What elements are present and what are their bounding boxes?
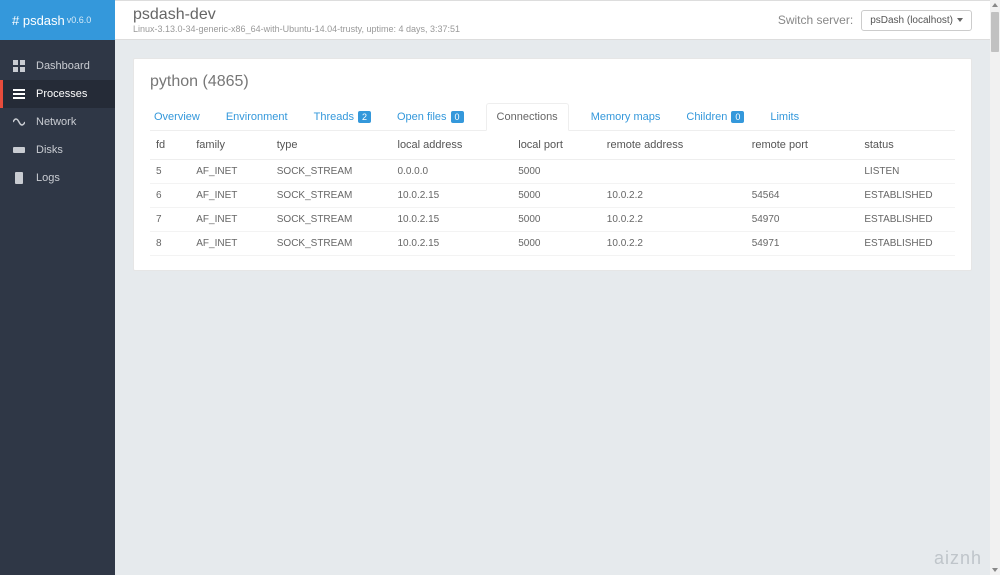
brand[interactable]: # psdash v0.6.0 bbox=[0, 0, 115, 40]
sidebar-item-label: Processes bbox=[36, 88, 87, 100]
cell-rport: 54971 bbox=[746, 232, 859, 256]
tab-open-files[interactable]: Open files0 bbox=[393, 104, 468, 130]
watermark: aiznh bbox=[934, 548, 982, 569]
sidebar-item-label: Network bbox=[36, 116, 76, 128]
col-family: family bbox=[190, 131, 271, 160]
topbar: psdash-dev Linux-3.13.0-34-generic-x86_6… bbox=[115, 0, 990, 40]
content: python (4865) Overview Environment Threa… bbox=[115, 40, 990, 575]
tab-memory-maps[interactable]: Memory maps bbox=[587, 104, 665, 130]
title-wrap: psdash-dev Linux-3.13.0-34-generic-x86_6… bbox=[133, 6, 460, 34]
badge: 0 bbox=[451, 111, 464, 123]
switch-server-value: psDash (localhost) bbox=[870, 15, 953, 26]
cell-status: ESTABLISHED bbox=[858, 184, 955, 208]
tab-threads[interactable]: Threads2 bbox=[310, 104, 375, 130]
cell-lport: 5000 bbox=[512, 184, 601, 208]
cell-type: SOCK_STREAM bbox=[271, 208, 392, 232]
sidebar-item-label: Disks bbox=[36, 144, 63, 156]
table-row: 8AF_INETSOCK_STREAM10.0.2.15500010.0.2.2… bbox=[150, 232, 955, 256]
tab-connections[interactable]: Connections bbox=[486, 103, 569, 131]
cell-laddr: 10.0.2.15 bbox=[392, 184, 513, 208]
col-raddr: remote address bbox=[601, 131, 746, 160]
brand-version: v0.6.0 bbox=[67, 15, 92, 25]
cell-fd: 6 bbox=[150, 184, 190, 208]
table-row: 5AF_INETSOCK_STREAM0.0.0.05000 LISTEN bbox=[150, 160, 955, 184]
cell-lport: 5000 bbox=[512, 160, 601, 184]
sidebar-item-processes[interactable]: Processes bbox=[0, 80, 115, 108]
network-icon bbox=[12, 115, 26, 129]
nav: Dashboard Processes Network Disks Logs bbox=[0, 52, 115, 192]
cell-type: SOCK_STREAM bbox=[271, 232, 392, 256]
sidebar-item-disks[interactable]: Disks bbox=[0, 136, 115, 164]
cell-lport: 5000 bbox=[512, 208, 601, 232]
tab-environment[interactable]: Environment bbox=[222, 104, 292, 130]
cell-family: AF_INET bbox=[190, 160, 271, 184]
cell-family: AF_INET bbox=[190, 184, 271, 208]
col-laddr: local address bbox=[392, 131, 513, 160]
connections-table: fd family type local address local port … bbox=[150, 131, 955, 256]
sidebar-item-logs[interactable]: Logs bbox=[0, 164, 115, 192]
col-status: status bbox=[858, 131, 955, 160]
dashboard-icon bbox=[12, 59, 26, 73]
cell-raddr: 10.0.2.2 bbox=[601, 184, 746, 208]
cell-laddr: 0.0.0.0 bbox=[392, 160, 513, 184]
col-rport: remote port bbox=[746, 131, 859, 160]
table-row: 7AF_INETSOCK_STREAM10.0.2.15500010.0.2.2… bbox=[150, 208, 955, 232]
tasks-icon bbox=[12, 87, 26, 101]
sidebar: # psdash v0.6.0 Dashboard Processes Netw… bbox=[0, 0, 115, 575]
sidebar-item-dashboard[interactable]: Dashboard bbox=[0, 52, 115, 80]
cell-status: LISTEN bbox=[858, 160, 955, 184]
switch-server-label: Switch server: bbox=[778, 13, 853, 27]
chevron-down-icon bbox=[957, 18, 963, 22]
tab-children[interactable]: Children0 bbox=[682, 104, 748, 130]
sidebar-item-label: Logs bbox=[36, 172, 60, 184]
cell-laddr: 10.0.2.15 bbox=[392, 208, 513, 232]
panel-title: python (4865) bbox=[150, 73, 955, 91]
scroll-down-icon[interactable] bbox=[990, 565, 1000, 575]
cell-rport: 54564 bbox=[746, 184, 859, 208]
cell-laddr: 10.0.2.15 bbox=[392, 232, 513, 256]
cell-raddr: 10.0.2.2 bbox=[601, 232, 746, 256]
scroll-thumb[interactable] bbox=[991, 12, 999, 52]
cell-raddr: 10.0.2.2 bbox=[601, 208, 746, 232]
cell-rport: 54970 bbox=[746, 208, 859, 232]
cell-status: ESTABLISHED bbox=[858, 232, 955, 256]
cell-family: AF_INET bbox=[190, 208, 271, 232]
cell-fd: 7 bbox=[150, 208, 190, 232]
scroll-up-icon[interactable] bbox=[990, 0, 1000, 10]
cell-fd: 5 bbox=[150, 160, 190, 184]
col-type: type bbox=[271, 131, 392, 160]
badge: 0 bbox=[731, 111, 744, 123]
sidebar-item-network[interactable]: Network bbox=[0, 108, 115, 136]
cell-raddr bbox=[601, 160, 746, 184]
col-fd: fd bbox=[150, 131, 190, 160]
tab-limits[interactable]: Limits bbox=[766, 104, 803, 130]
file-icon bbox=[12, 171, 26, 185]
process-panel: python (4865) Overview Environment Threa… bbox=[133, 58, 972, 271]
col-lport: local port bbox=[512, 131, 601, 160]
sidebar-item-label: Dashboard bbox=[36, 60, 90, 72]
table-row: 6AF_INETSOCK_STREAM10.0.2.15500010.0.2.2… bbox=[150, 184, 955, 208]
switch-server-button[interactable]: psDash (localhost) bbox=[861, 10, 972, 31]
badge: 2 bbox=[358, 111, 371, 123]
cell-status: ESTABLISHED bbox=[858, 208, 955, 232]
tab-overview[interactable]: Overview bbox=[150, 104, 204, 130]
cell-type: SOCK_STREAM bbox=[271, 184, 392, 208]
table-header-row: fd family type local address local port … bbox=[150, 131, 955, 160]
cell-rport bbox=[746, 160, 859, 184]
disk-icon bbox=[12, 143, 26, 157]
cell-fd: 8 bbox=[150, 232, 190, 256]
tabs: Overview Environment Threads2 Open files… bbox=[150, 103, 955, 131]
brand-name: # psdash bbox=[12, 13, 65, 28]
cell-type: SOCK_STREAM bbox=[271, 160, 392, 184]
cell-family: AF_INET bbox=[190, 232, 271, 256]
cell-lport: 5000 bbox=[512, 232, 601, 256]
page-title: psdash-dev bbox=[133, 6, 460, 24]
page-subtitle: Linux-3.13.0-34-generic-x86_64-with-Ubun… bbox=[133, 24, 460, 34]
scrollbar[interactable] bbox=[990, 0, 1000, 575]
